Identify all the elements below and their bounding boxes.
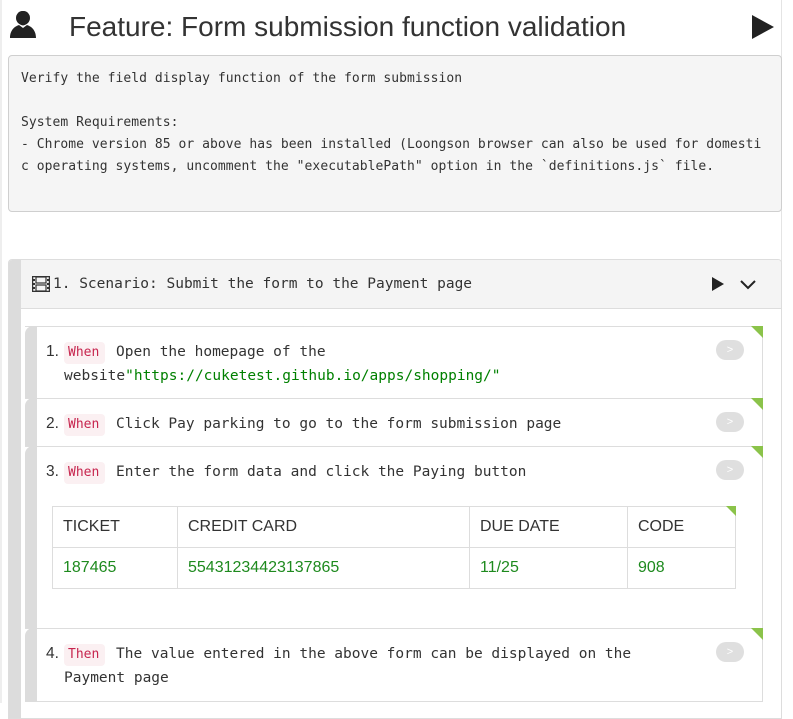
step-goto-definition-button[interactable]: > [716, 460, 744, 480]
table-cell: 908 [627, 547, 736, 589]
step-left-bar [25, 446, 37, 629]
step-number: 1. [46, 343, 59, 360]
scenario-card: 1. Scenario: Submit the form to the Paym… [8, 259, 782, 719]
column-header: TICKET [52, 506, 178, 548]
step-keyword: Then [64, 644, 106, 666]
scenario-title: 1. Scenario: Submit the form to the Paym… [53, 276, 473, 292]
step-3: 3. When Enter the form data and click the… [25, 446, 763, 629]
step-1: 1. When Open the homepage of the website"… [25, 326, 763, 399]
step-number: 2. [46, 415, 59, 432]
table-passed-indicator [726, 506, 736, 516]
step-number: 3. [46, 463, 59, 480]
step-text: 4. Then The value entered in the above fo… [46, 642, 686, 690]
step-passed-indicator [751, 446, 763, 458]
step-goto-definition-button[interactable]: > [716, 412, 744, 432]
table-cell: 11/25 [469, 547, 628, 589]
chevron-down-icon[interactable] [739, 276, 757, 292]
step-left-bar [25, 628, 37, 702]
step-2: 2. When Click Pay parking to go to the fo… [25, 398, 763, 447]
person-icon [10, 11, 36, 38]
column-header: CREDIT CARD [177, 506, 470, 548]
step-number: 4. [46, 645, 59, 662]
step-keyword: When [64, 342, 106, 364]
step-description: Enter the form data and click the Paying… [116, 464, 527, 480]
step-goto-definition-button[interactable]: > [716, 642, 744, 662]
scenario-header[interactable]: 1. Scenario: Submit the form to the Paym… [21, 260, 781, 309]
page-left-border [0, 0, 2, 703]
step-passed-indicator [751, 628, 763, 640]
column-header: CODE [627, 506, 736, 548]
step-passed-indicator [751, 398, 763, 410]
table-header-row: TICKET CREDIT CARD DUE DATE CODE [52, 506, 736, 548]
column-header: DUE DATE [469, 506, 628, 548]
step-4: 4. Then The value entered in the above fo… [25, 628, 763, 702]
film-icon [32, 276, 50, 292]
run-scenario-button[interactable] [711, 276, 725, 292]
step-goto-definition-button[interactable]: > [716, 340, 744, 360]
feature-description: Verify the field display function of the… [8, 55, 782, 212]
step-text: 1. When Open the homepage of the website"… [46, 340, 686, 388]
step-keyword: When [64, 462, 106, 484]
table-cell: 55431234423137865 [177, 547, 470, 589]
step-string-argument: "https://cuketest.github.io/apps/shoppin… [125, 368, 501, 384]
step-left-bar [25, 326, 37, 399]
feature-title: Feature: Form submission function valida… [69, 11, 627, 42]
feature-header: Feature: Form submission function valida… [0, 0, 793, 54]
step-text: 2. When Click Pay parking to go to the fo… [46, 412, 686, 436]
scenario-left-bar [9, 260, 21, 718]
table-cell: 187465 [52, 547, 178, 589]
step-data-table: TICKET CREDIT CARD DUE DATE CODE 187465 … [52, 506, 736, 589]
step-left-bar [25, 398, 37, 447]
table-row: 187465 55431234423137865 11/25 908 [52, 547, 736, 589]
step-keyword: When [64, 414, 106, 436]
run-feature-button[interactable] [751, 14, 775, 40]
step-description: Click Pay parking to go to the form subm… [116, 416, 562, 432]
step-passed-indicator [751, 326, 763, 338]
step-description: The value entered in the above form can … [64, 646, 632, 686]
step-text: 3. When Enter the form data and click the… [46, 460, 686, 484]
